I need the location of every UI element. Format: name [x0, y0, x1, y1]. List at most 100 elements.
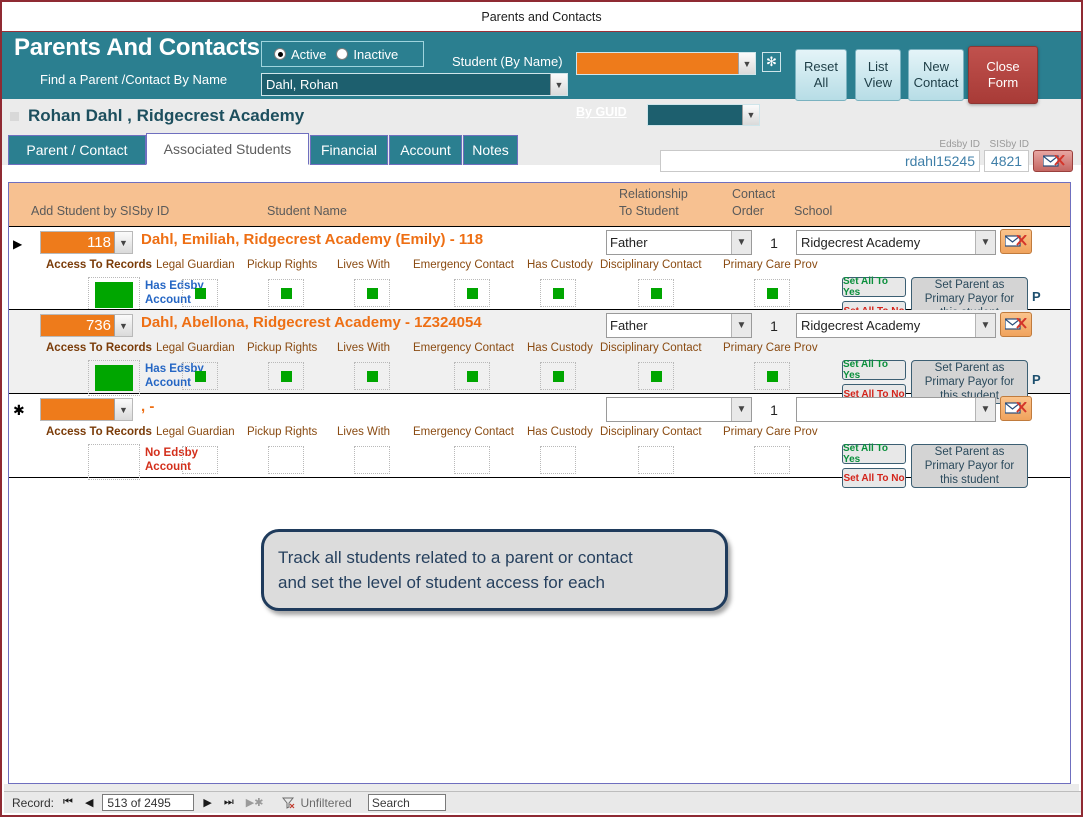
- flag-label-has-custody: Has Custody: [527, 259, 593, 271]
- primary-care-prov-checkbox[interactable]: [754, 362, 790, 390]
- chevron-down-icon[interactable]: ▼: [738, 53, 755, 74]
- guid-combo[interactable]: ▼: [647, 104, 760, 126]
- legal-guardian-checkbox[interactable]: [182, 279, 218, 307]
- tab-bar: Parent / Contact Associated Students Fin…: [2, 133, 1081, 172]
- chevron-down-icon[interactable]: ▼: [975, 231, 995, 254]
- legal-guardian-checkbox[interactable]: [182, 362, 218, 390]
- table-row[interactable]: ✱ ▼ , - ▼ 1 ▼ Access To Records Legal Gu…: [9, 394, 1070, 488]
- sis-id-combo[interactable]: ▼: [40, 398, 133, 421]
- student-name-label: Dahl, Abellona, Ridgecrest Academy - 1Z3…: [141, 314, 482, 331]
- set-primary-payor-button[interactable]: Set Parent as Primary Payor for this stu…: [911, 444, 1028, 488]
- table-row[interactable]: 736 ▼ Dahl, Abellona, Ridgecrest Academy…: [9, 310, 1070, 404]
- access-to-records-checkbox[interactable]: [88, 360, 140, 396]
- flag-label-pickup-rights: Pickup Rights: [247, 426, 318, 438]
- flag-label-disciplinary-contact: Disciplinary Contact: [600, 342, 702, 354]
- chevron-down-icon[interactable]: ▼: [975, 398, 995, 421]
- first-record-button[interactable]: ⏮: [60, 796, 76, 809]
- chevron-down-icon[interactable]: ▼: [742, 105, 759, 125]
- pickup-rights-checkbox[interactable]: [268, 279, 304, 307]
- search-input[interactable]: Search: [367, 794, 446, 811]
- lives-with-checkbox[interactable]: [354, 362, 390, 390]
- tab-associated-students[interactable]: Associated Students: [146, 133, 309, 165]
- chevron-down-icon[interactable]: ▼: [731, 398, 751, 421]
- student-by-name-combo[interactable]: ▼: [576, 52, 756, 75]
- has-custody-checkbox[interactable]: [540, 446, 576, 474]
- chevron-down-icon[interactable]: ▼: [975, 314, 995, 337]
- disciplinary-contact-checkbox[interactable]: [638, 362, 674, 390]
- set-all-yes-button[interactable]: Set All To Yes: [842, 276, 906, 298]
- radio-inactive[interactable]: Inactive: [336, 47, 398, 62]
- row-selector-icon[interactable]: ▶: [13, 237, 22, 251]
- payor-line2: Primary Payor for: [924, 293, 1015, 305]
- edsby-id-field[interactable]: rdahl15245: [660, 150, 980, 172]
- disciplinary-contact-checkbox[interactable]: [638, 446, 674, 474]
- remove-student-icon[interactable]: [1000, 229, 1032, 254]
- sis-id-combo[interactable]: 736 ▼: [40, 314, 133, 337]
- tab-notes[interactable]: Notes: [463, 135, 518, 165]
- relationship-combo[interactable]: Father ▼: [606, 230, 752, 255]
- sisby-id-field[interactable]: 4821: [984, 150, 1029, 172]
- chevron-down-icon[interactable]: ▼: [114, 232, 132, 253]
- previous-record-button[interactable]: ◀: [82, 796, 96, 809]
- chevron-down-icon[interactable]: ▼: [114, 399, 132, 420]
- new-record-icon[interactable]: ✱: [13, 402, 25, 419]
- tab-parent-contact[interactable]: Parent / Contact: [8, 135, 146, 165]
- radio-active[interactable]: Active: [274, 47, 326, 62]
- chevron-down-icon[interactable]: ▼: [550, 74, 567, 95]
- relationship-combo[interactable]: Father ▼: [606, 313, 752, 338]
- tab-financial[interactable]: Financial: [310, 135, 388, 165]
- emergency-contact-checkbox[interactable]: [454, 446, 490, 474]
- tab-account[interactable]: Account: [389, 135, 462, 165]
- student-name-label: Dahl, Emiliah, Ridgecrest Academy (Emily…: [141, 231, 484, 248]
- flag-label-access-to-records: Access To Records: [46, 426, 152, 438]
- contact-order-field[interactable]: 1: [753, 313, 795, 338]
- filter-toggle[interactable]: Unfiltered: [282, 796, 352, 810]
- pickup-rights-checkbox[interactable]: [268, 446, 304, 474]
- page-title: Rohan Dahl , Ridgecrest Academy: [28, 106, 305, 125]
- set-all-yes-button[interactable]: Set All To Yes: [842, 443, 906, 465]
- edsby-id-label: Edsby ID: [939, 139, 980, 150]
- record-position-field[interactable]: 513 of 2495: [102, 794, 195, 811]
- new-record-button[interactable]: ▶✱: [243, 796, 267, 809]
- chevron-down-icon[interactable]: ▼: [731, 314, 751, 337]
- next-record-button[interactable]: ▶: [200, 796, 214, 809]
- asterisk-button[interactable]: ✻: [762, 52, 781, 72]
- chevron-down-icon[interactable]: ▼: [114, 315, 132, 336]
- by-guid-link[interactable]: By GUID: [576, 105, 627, 119]
- school-combo[interactable]: Ridgecrest Academy ▼: [796, 313, 996, 338]
- relationship-combo[interactable]: ▼: [606, 397, 752, 422]
- pickup-rights-checkbox[interactable]: [268, 362, 304, 390]
- set-all-no-button[interactable]: Set All To No: [842, 468, 906, 488]
- has-custody-checkbox[interactable]: [540, 279, 576, 307]
- has-custody-checkbox[interactable]: [540, 362, 576, 390]
- school-combo[interactable]: Ridgecrest Academy ▼: [796, 230, 996, 255]
- school-combo[interactable]: ▼: [796, 397, 996, 422]
- close-form-button[interactable]: Close Form: [968, 46, 1038, 104]
- chevron-down-icon[interactable]: ▼: [731, 231, 751, 254]
- tab-parent-contact-label: Parent / Contact: [26, 142, 128, 158]
- primary-care-prov-checkbox[interactable]: [754, 446, 790, 474]
- lives-with-checkbox[interactable]: [354, 446, 390, 474]
- find-parent-name-combo[interactable]: Dahl, Rohan ▼: [261, 73, 568, 96]
- last-record-button[interactable]: ⏭: [221, 796, 237, 809]
- sis-id-combo[interactable]: 118 ▼: [40, 231, 133, 254]
- emergency-contact-checkbox[interactable]: [454, 362, 490, 390]
- reset-all-button[interactable]: Reset All: [795, 49, 847, 101]
- primary-care-prov-checkbox[interactable]: [754, 279, 790, 307]
- access-to-records-checkbox[interactable]: [88, 444, 140, 480]
- set-all-yes-button[interactable]: Set All To Yes: [842, 359, 906, 381]
- lives-with-checkbox[interactable]: [354, 279, 390, 307]
- remove-student-icon[interactable]: [1000, 396, 1032, 421]
- emergency-contact-checkbox[interactable]: [454, 279, 490, 307]
- contact-order-field[interactable]: 1: [753, 397, 795, 422]
- legal-guardian-checkbox[interactable]: [182, 446, 218, 474]
- access-to-records-checkbox[interactable]: [88, 277, 140, 313]
- remove-student-icon[interactable]: [1000, 312, 1032, 337]
- table-row[interactable]: ▶ 118 ▼ Dahl, Emiliah, Ridgecrest Academ…: [9, 227, 1070, 321]
- contact-order-field[interactable]: 1: [753, 230, 795, 255]
- flag-label-emergency-contact: Emergency Contact: [413, 426, 514, 438]
- disciplinary-contact-checkbox[interactable]: [638, 279, 674, 307]
- list-view-button[interactable]: List View: [855, 49, 901, 101]
- send-email-icon[interactable]: [1033, 150, 1073, 172]
- new-contact-button[interactable]: New Contact: [908, 49, 964, 101]
